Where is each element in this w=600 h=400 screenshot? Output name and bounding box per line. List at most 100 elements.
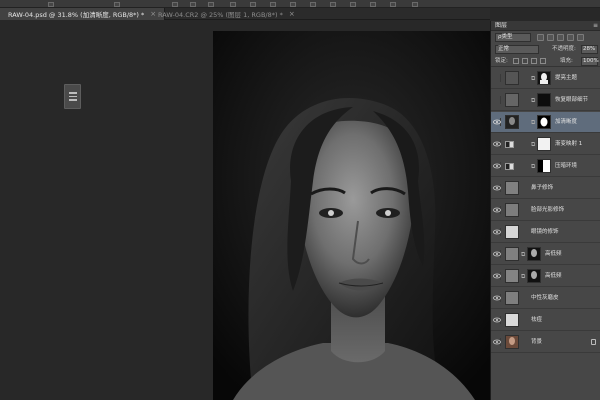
distribute-icon-glyph (270, 1, 276, 7)
layer-row[interactable]: ⧉ 高低频 (491, 266, 600, 287)
filter-shape-icon[interactable] (567, 34, 574, 41)
distribute-icon-5[interactable] (310, 1, 316, 7)
eye-icon[interactable] (493, 206, 501, 214)
eye-icon[interactable] (493, 250, 501, 258)
layer-name[interactable]: 高低频 (545, 250, 562, 258)
layer-name[interactable]: 鼻子修饰 (531, 184, 553, 192)
options-toggle-2[interactable] (114, 1, 120, 7)
panel-title[interactable]: 图层 (495, 22, 507, 30)
options-toggle-1[interactable] (48, 1, 54, 7)
layer-thumbnail[interactable] (505, 247, 519, 261)
distribute-icon-2[interactable] (250, 1, 256, 7)
layer-mask-thumbnail[interactable] (527, 247, 541, 261)
layer-row[interactable]: ⧉ 高低频 (491, 244, 600, 265)
eye-icon[interactable] (493, 228, 501, 236)
visibility-off-icon[interactable] (493, 96, 501, 104)
link-icon: ⧉ (521, 273, 526, 280)
filter-pixel-icon[interactable] (537, 34, 544, 41)
layer-row[interactable]: 脸部光影修饰 (491, 200, 600, 221)
layer-thumbnail[interactable] (505, 203, 519, 217)
layer-mask-thumbnail[interactable] (537, 93, 551, 107)
eye-icon[interactable] (493, 184, 501, 192)
layer-name[interactable]: 压暗环境 (555, 162, 577, 170)
eye-icon[interactable] (493, 272, 501, 280)
layer-thumbnail[interactable] (505, 291, 519, 305)
layer-row[interactable]: ⧉ 压暗环境 (491, 156, 600, 177)
filter-type-icon[interactable] (557, 34, 564, 41)
filter-adjustment-icon[interactable] (547, 34, 554, 41)
layer-mask-thumbnail[interactable] (537, 71, 551, 85)
layer-name[interactable]: 恢复眼部细节 (555, 96, 588, 104)
gradient-map-icon[interactable] (505, 141, 514, 148)
layer-name[interactable]: 渐变映射 1 (555, 140, 582, 148)
fill-input[interactable]: 100% (581, 57, 599, 66)
align-icon-3[interactable] (208, 1, 214, 7)
layer-thumbnail[interactable] (505, 93, 519, 107)
layer-name[interactable]: 眼镜的修饰 (531, 228, 559, 236)
layer-thumbnail[interactable] (505, 269, 519, 283)
eye-icon[interactable] (493, 316, 501, 324)
lock-pixels-icon[interactable] (522, 58, 528, 64)
tab-raw-04-psd[interactable]: RAW-04.psd @ 31.8% (加清晰度, RGB/8*) * × (0, 8, 166, 20)
close-icon[interactable]: × (289, 10, 295, 18)
eye-icon[interactable] (493, 294, 501, 302)
blend-mode-select[interactable]: 正常 (495, 45, 539, 54)
layer-thumbnail[interactable] (505, 115, 519, 129)
auto-align-icon[interactable] (412, 1, 418, 7)
filter-smart-icon[interactable] (577, 34, 584, 41)
layer-thumbnail[interactable] (505, 71, 519, 85)
layer-filter-select[interactable]: ρ类型 (495, 33, 531, 42)
distribute-icon-3[interactable] (270, 1, 276, 7)
opacity-input[interactable]: 28% (581, 45, 598, 54)
distribute-icon-8[interactable] (370, 1, 376, 7)
blend-mode-row: 正常 不透明度: 28% (491, 44, 600, 55)
layer-name[interactable]: 中性灰磨皮 (531, 294, 559, 302)
lock-transparent-icon[interactable] (513, 58, 519, 64)
layer-name[interactable]: 背景 (531, 338, 542, 346)
layer-name[interactable]: 提亮主题 (555, 74, 577, 82)
visibility-off-icon[interactable] (493, 74, 501, 82)
align-icon-2[interactable] (190, 1, 196, 7)
layer-mask-thumbnail[interactable] (537, 137, 551, 151)
layer-mask-thumbnail[interactable] (537, 115, 551, 129)
distribute-icon-9[interactable] (390, 1, 396, 7)
layer-row[interactable]: ⧉ 渐变映射 1 (491, 134, 600, 155)
lock-position-icon[interactable] (531, 58, 537, 64)
layer-name[interactable]: 祛痘 (531, 316, 542, 324)
layer-mask-thumbnail[interactable] (537, 159, 551, 173)
align-icon[interactable] (172, 1, 178, 7)
levels-adjustment-icon[interactable] (505, 163, 514, 170)
layers-panel: 图层 ≡ ρ类型 正常 不透明度: 28% 锁定: 填充: 100% ⧉ 提亮主… (490, 21, 600, 400)
layer-row[interactable]: 眼镜的修饰 (491, 222, 600, 243)
layer-name[interactable]: 高低频 (545, 272, 562, 280)
document-canvas[interactable] (213, 31, 490, 400)
layer-row[interactable]: 祛痘 (491, 310, 600, 331)
align-left-icon (172, 1, 178, 7)
layer-thumbnail[interactable] (505, 181, 519, 195)
layer-name[interactable]: 加清晰度 (555, 118, 577, 126)
collapsed-panel-icon[interactable] (64, 84, 81, 109)
distribute-icon-6[interactable] (330, 1, 336, 7)
distribute-icon-7[interactable] (350, 1, 356, 7)
layer-row[interactable]: ⧉ 恢复眼部细节 (491, 90, 600, 111)
layer-row[interactable]: ⧉ 提亮主题 (491, 68, 600, 89)
eye-icon[interactable] (493, 162, 501, 170)
layer-thumbnail[interactable] (505, 225, 519, 239)
document-tab-bar: RAW-04.psd @ 31.8% (加清晰度, RGB/8*) * × RA… (0, 8, 490, 20)
layer-row-selected[interactable]: ⧉ 加清晰度 (491, 112, 600, 133)
eye-icon[interactable] (493, 140, 501, 148)
eye-icon[interactable] (493, 118, 501, 126)
distribute-icon-4[interactable] (290, 1, 296, 7)
layer-name[interactable]: 脸部光影修饰 (531, 206, 564, 214)
eye-icon[interactable] (493, 338, 501, 346)
layer-thumbnail[interactable] (505, 313, 519, 327)
layer-thumbnail[interactable] (505, 335, 519, 349)
lock-all-icon[interactable] (540, 58, 546, 64)
distribute-icon[interactable] (230, 1, 236, 7)
tab-raw-04-cr2[interactable]: RAW-04.CR2 @ 25% (图层 1, RGB/8*) * × (150, 8, 303, 20)
layer-mask-thumbnail[interactable] (527, 269, 541, 283)
panel-menu-icon[interactable]: ≡ (593, 22, 598, 30)
layer-row[interactable]: 鼻子修饰 (491, 178, 600, 199)
layer-row[interactable]: 中性灰磨皮 (491, 288, 600, 309)
layer-row[interactable]: 背景 (491, 332, 600, 353)
